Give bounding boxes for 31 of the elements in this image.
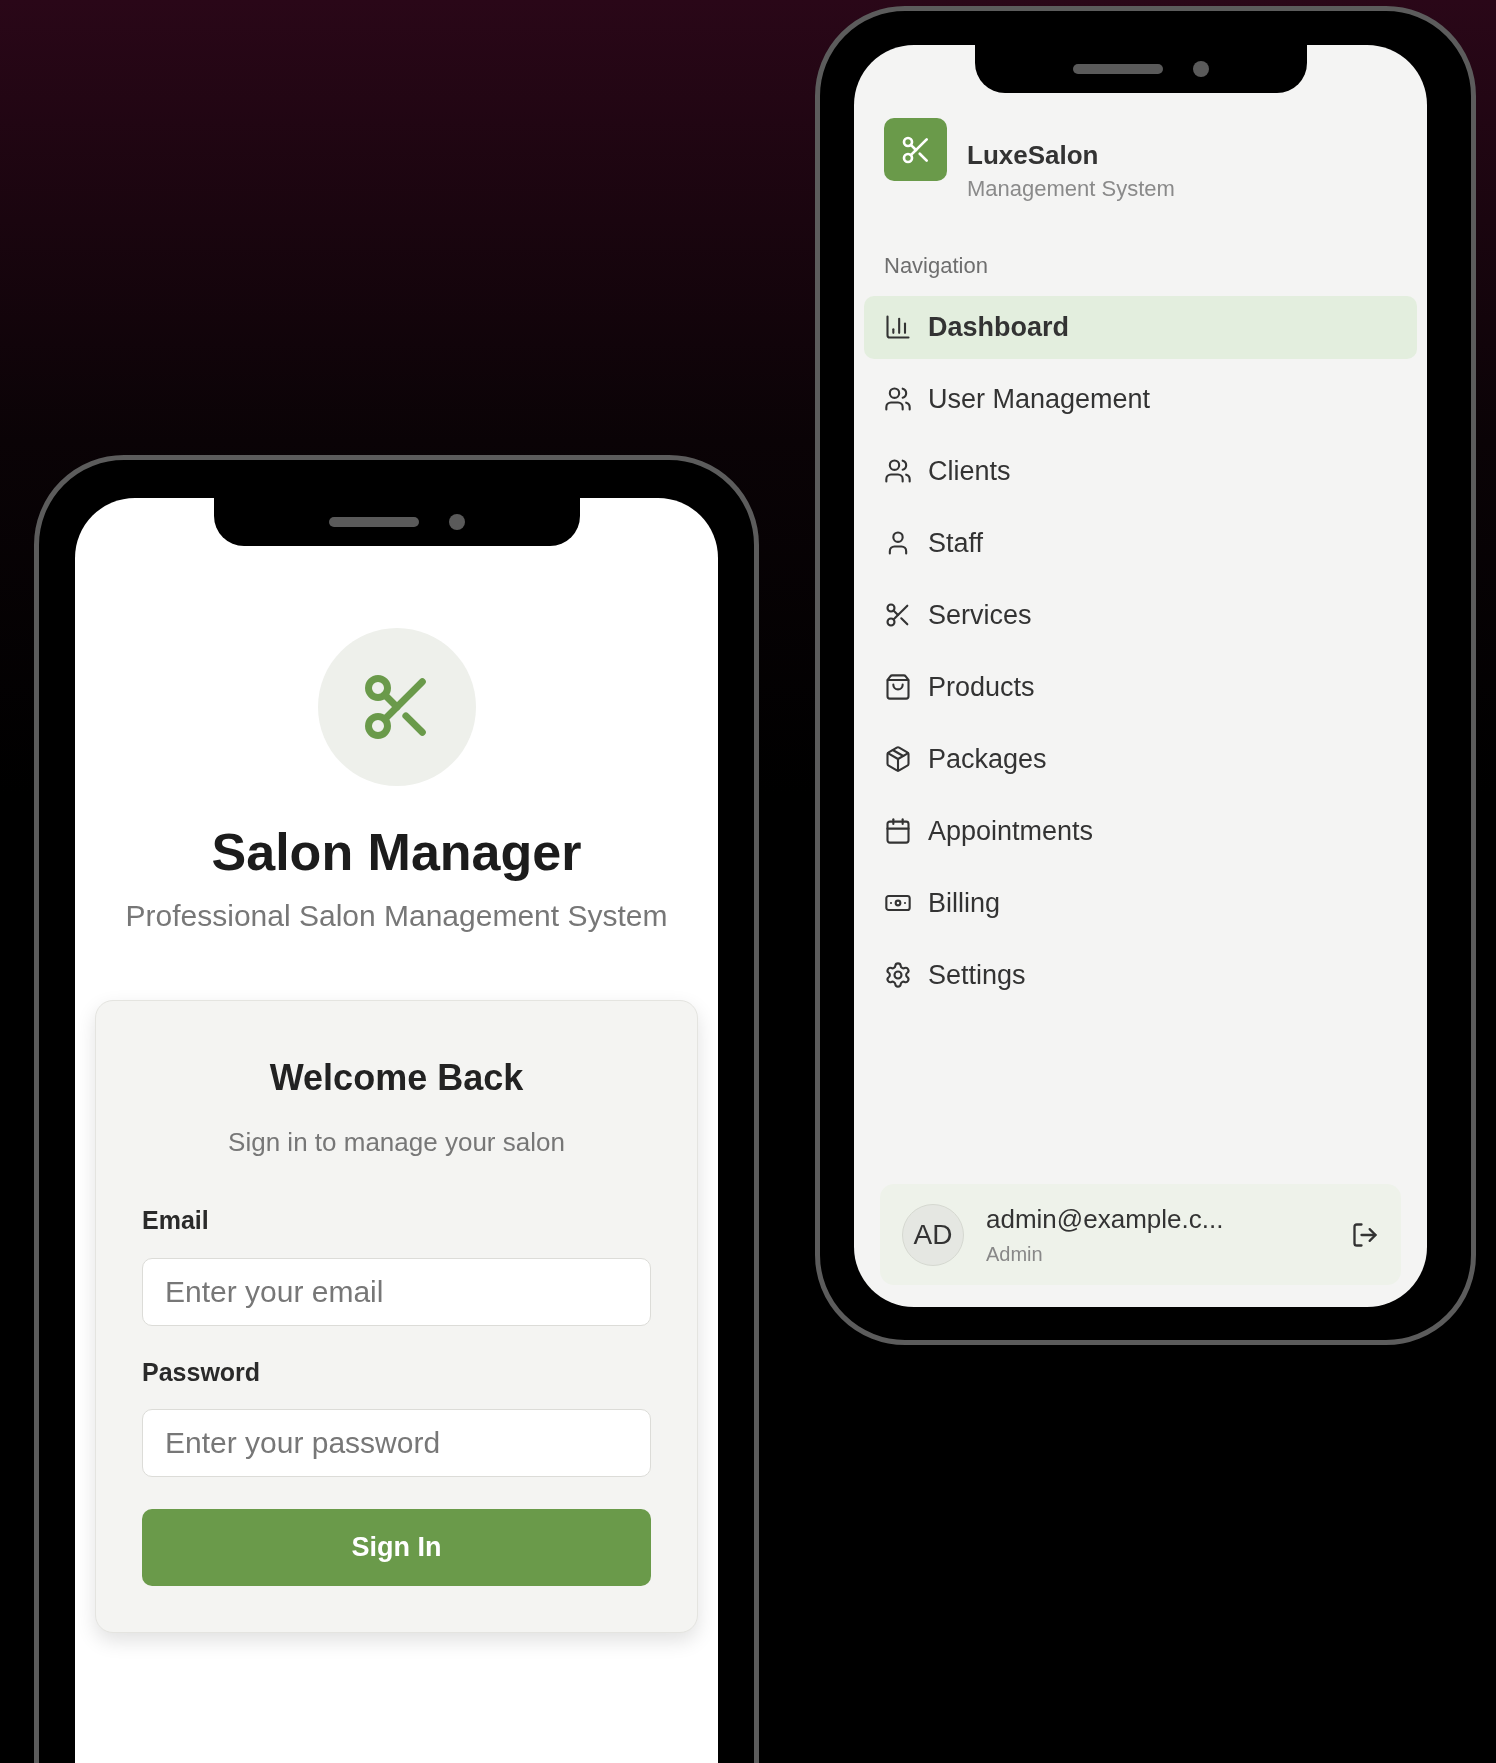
nav-item[interactable]: Billing xyxy=(864,871,1417,935)
bar-chart-icon xyxy=(884,313,912,341)
user-role: Admin xyxy=(986,1242,1044,1267)
app-subtitle: Professional Salon Management System xyxy=(125,898,668,934)
app-title: Salon Manager xyxy=(211,822,582,883)
text-field[interactable]: Enter your password xyxy=(142,1409,651,1477)
nav-item[interactable]: User Management xyxy=(864,367,1417,431)
nav-item[interactable]: Appointments xyxy=(864,799,1417,863)
card-title: Welcome Back xyxy=(268,1056,525,1100)
text-field[interactable]: Enter your email xyxy=(142,1257,651,1326)
logout-icon[interactable] xyxy=(1351,1220,1379,1249)
section-label: Navigation xyxy=(883,251,989,280)
nav-item[interactable]: Staff xyxy=(864,511,1417,575)
card-subtitle: Sign in to manage your salon xyxy=(227,1126,566,1159)
users-icon xyxy=(884,457,912,485)
nav-item[interactable]: Products xyxy=(864,655,1417,719)
nav-item[interactable]: Packages xyxy=(864,727,1417,791)
user-email: admin@example.c... xyxy=(986,1203,1225,1236)
package-icon xyxy=(884,745,912,773)
calendar-icon xyxy=(884,817,912,845)
users-icon xyxy=(884,385,912,413)
nav-item[interactable]: Services xyxy=(864,583,1417,647)
brand-tagline: Management System xyxy=(967,174,1175,203)
bag-icon xyxy=(884,673,912,701)
field-label: Email xyxy=(142,1205,210,1236)
nav-item[interactable]: Clients xyxy=(864,439,1417,503)
brand-name: LuxeSalon xyxy=(967,139,1100,172)
nav-item[interactable]: Settings xyxy=(864,943,1417,1007)
settings-icon xyxy=(884,961,912,989)
nav-item[interactable]: Dashboard xyxy=(864,295,1417,359)
field-label: Password xyxy=(142,1356,262,1388)
